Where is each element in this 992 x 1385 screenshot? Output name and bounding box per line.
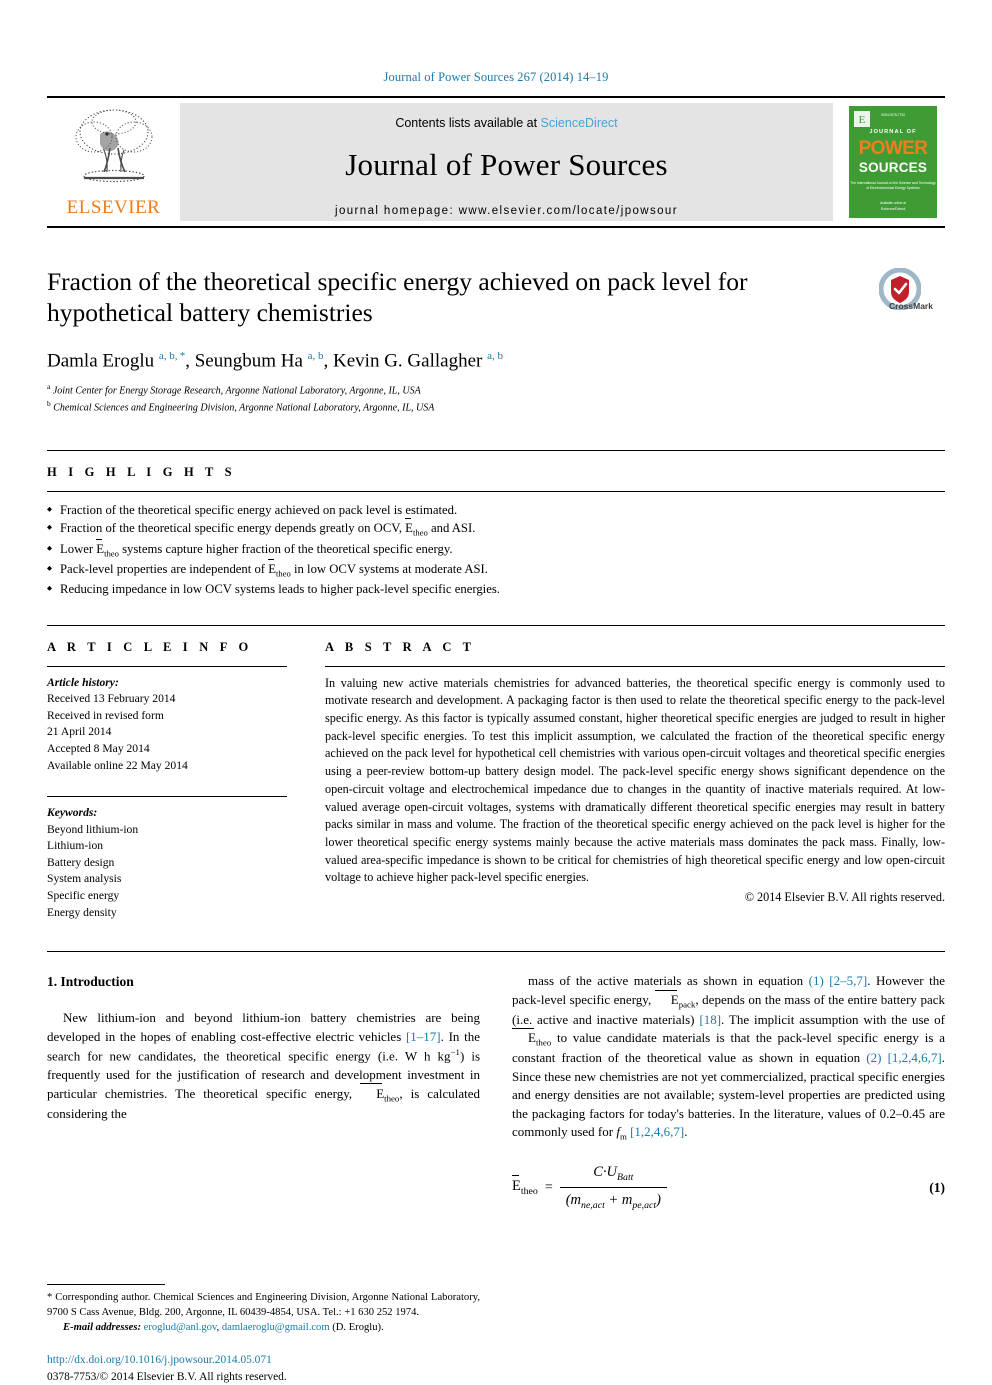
section-title-introduction: 1. Introduction [47,974,134,990]
body-column-left: 1. Introduction New lithium-ion and beyo… [47,972,481,1383]
contents-available-line: Contents lists available at ScienceDirec… [395,116,617,130]
history-line: Accepted 8 May 2014 [47,742,150,756]
footnote-rule [47,1283,165,1285]
elsevier-tree-icon [75,109,152,183]
affiliation-marker-a: a [47,382,51,392]
highlights-list: Fraction of the theoretical specific ene… [47,501,945,599]
abstract-divider [325,665,945,667]
highlights-section: H I G H L I G H T S Fraction of the theo… [47,449,945,599]
history-line: 21 April 2014 [47,725,112,739]
affiliation-a: a Joint Center for Energy Storage Resear… [47,382,945,399]
equation-1-lhs: Etheo [512,1175,538,1198]
journal-masthead: ELSEVIER Contents lists available at Sci… [47,96,945,228]
running-head: Journal of Power Sources 267 (2014) 14–1… [383,70,609,84]
keyword-item: Battery design [47,855,115,869]
list-item: Fraction of the theoretical specific ene… [47,518,945,539]
elsevier-logo: ELSEVIER [47,98,180,226]
affiliation-text-a: Joint Center for Energy Storage Research… [52,385,421,397]
journal-cover-icon: E ISSN 0378-7753 JOURNAL OF POWER SOURCE… [848,106,937,218]
svg-text:POWER: POWER [858,138,928,159]
equation-1-fraction: C·UBatt (mne,act + mpe,act) [559,1162,667,1213]
article-first-page: Journal of Power Sources 267 (2014) 14–1… [0,0,992,1383]
affiliation-b: b Chemical Sciences and Engineering Divi… [47,399,945,416]
equation-1-number: (1) [929,1180,945,1196]
intro-paragraph-right: mass of the active materials as shown in… [512,973,946,1142]
history-line: Received 13 February 2014 [47,692,176,706]
equation-1-numerator: C·UBatt [593,1164,634,1184]
masthead-center-panel: Contents lists available at ScienceDirec… [180,103,833,221]
svg-text:ScienceDirect: ScienceDirect [880,206,906,211]
title-block: Fraction of the theoretical specific ene… [47,266,945,416]
keywords-block: Keywords: Beyond lithium-ion Lithium-ion… [47,805,287,921]
equation-1-body: Etheo = C·UBatt (mne,act + mpe,act) [512,1162,929,1213]
doi-link[interactable]: http://dx.doi.org/10.1016/j.jpowsour.201… [47,1352,480,1368]
list-item: Pack-level properties are independent of… [47,558,945,580]
email-link-1[interactable]: eroglud@anl.gov [144,1322,217,1333]
footnote-block: * Corresponding author. Chemical Science… [47,1283,480,1385]
article-history-block: Article history: Received 13 February 20… [47,675,287,774]
equation-1-equals: = [544,1179,553,1195]
abstract-column: A B S T R A C T In valuing new active ma… [325,640,945,922]
keyword-item: System analysis [47,872,122,886]
email-link-2[interactable]: damlaeroglu@gmail.com [222,1322,330,1333]
journal-cover-thumbnail: E ISSN 0378-7753 JOURNAL OF POWER SOURCE… [840,103,945,221]
list-item: Lower Etheo systems capture higher fract… [47,538,945,560]
page-title: Fraction of the theoretical specific ene… [47,267,748,328]
keyword-item: Beyond lithium-ion [47,822,139,836]
crossmark-badge[interactable]: CrossMark [855,267,945,311]
sciencedirect-link[interactable]: ScienceDirect [541,116,618,130]
info-abstract-section: A R T I C L E I N F O Article history: R… [47,624,945,922]
equation-1-denominator: (mne,act + mpe,act) [559,1187,667,1213]
email-label: E-mail addresses: [63,1321,141,1333]
history-line: Received in revised form [47,708,164,722]
keyword-item: Energy density [47,905,117,919]
list-item: Fraction of the theoretical specific ene… [47,501,945,520]
svg-text:Available online at: Available online at [880,201,906,205]
contents-prefix: Contents lists available at [395,116,541,130]
affiliation-marker-b: b [47,398,51,408]
list-item: Reducing impedance in low OCV systems le… [47,580,945,599]
author-list: Damla Eroglu a, b, *, Seungbum Ha a, b, … [47,349,503,372]
abstract-text: In valuing new active materials chemistr… [325,675,945,885]
svg-text:of Electrochemical Energy Syst: of Electrochemical Energy Systems [866,186,920,190]
svg-text:The International Journal on t: The International Journal on the Science… [850,181,936,185]
svg-text:JOURNAL OF: JOURNAL OF [869,129,916,135]
article-info-column: A R T I C L E I N F O Article history: R… [47,640,287,922]
highlights-heading: H I G H L I G H T S [47,464,236,479]
history-line: Available online 22 May 2014 [47,758,188,772]
body-columns: 1. Introduction New lithium-ion and beyo… [47,951,945,1383]
svg-text:E: E [858,114,865,126]
email-suffix: (D. Eroglu). [332,1321,384,1333]
keyword-item: Lithium-ion [47,839,104,853]
svg-text:ISSN 0378-7753: ISSN 0378-7753 [881,113,905,117]
highlights-divider [47,490,945,492]
affiliation-list: a Joint Center for Energy Storage Resear… [47,382,945,416]
svg-text:SOURCES: SOURCES [858,160,926,175]
article-info-heading: A R T I C L E I N F O [47,639,253,654]
article-info-divider [47,665,287,667]
issn-copyright-line: 0378-7753/© 2014 Elsevier B.V. All right… [47,1370,287,1383]
equation-1: Etheo = C·UBatt (mne,act + mpe,act) (1) [512,1162,945,1213]
body-column-right: mass of the active materials as shown in… [512,972,945,1213]
abstract-copyright: © 2014 Elsevier B.V. All rights reserved… [744,889,945,904]
affiliation-text-b: Chemical Sciences and Engineering Divisi… [53,402,435,414]
keywords-divider [47,796,287,798]
corresponding-author-note: * Corresponding author. Chemical Science… [47,1291,480,1318]
abstract-heading: A B S T R A C T [325,639,476,654]
journal-homepage-line[interactable]: journal homepage: www.elsevier.com/locat… [335,205,678,217]
journal-title: Journal of Power Sources [345,147,668,182]
keyword-item: Specific energy [47,889,120,903]
intro-paragraph-left: New lithium-ion and beyond lithium-ion b… [47,1010,481,1121]
email-line: E-mail addresses: eroglud@anl.gov, damla… [63,1321,384,1333]
article-history-label: Article history: [47,675,119,689]
elsevier-wordmark: ELSEVIER [66,197,161,218]
keywords-label: Keywords: [47,806,98,820]
